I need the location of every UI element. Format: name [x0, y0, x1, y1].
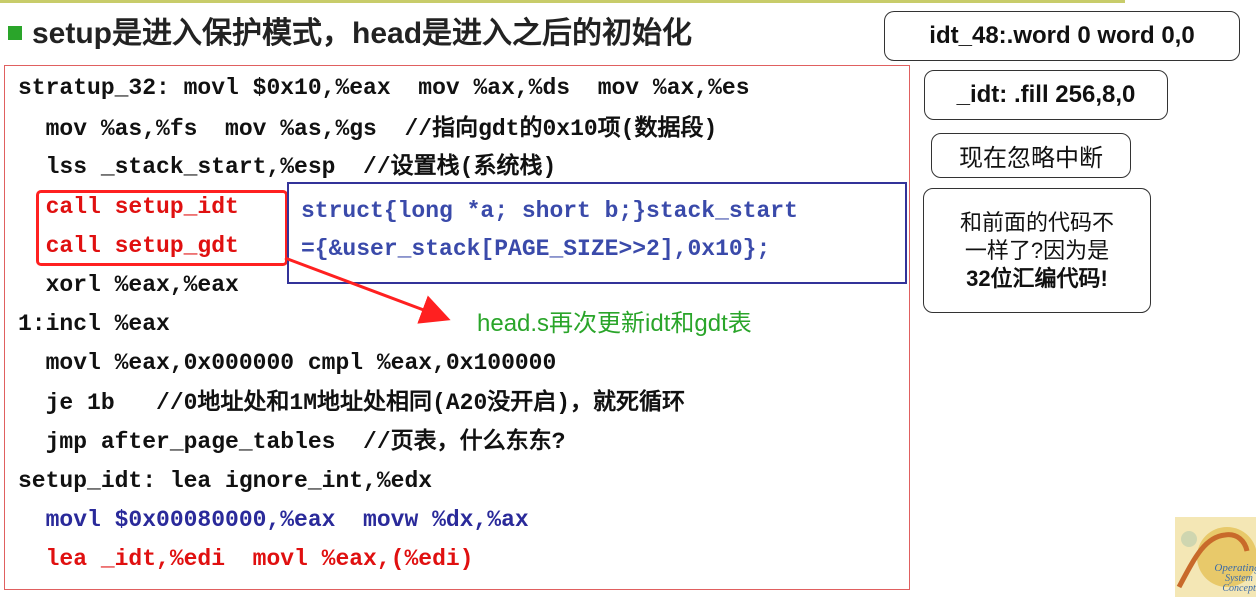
code-line: stratup_32: movl $0x10,%eax mov %ax,%ds …: [18, 75, 750, 101]
idt48-note: idt_48:.word 0 word 0,0: [884, 11, 1240, 61]
code-line: setup_idt: lea ignore_int,%edx: [18, 468, 433, 494]
ignore-interrupts-note: 现在忽略中断: [931, 133, 1131, 178]
code-line: xorl %eax,%eax: [18, 272, 239, 298]
difference-note-line: 一样了?因为是: [964, 237, 1110, 263]
stack-start-struct-box: struct{long *a; short b;}stack_start ={&…: [287, 182, 907, 284]
struct-line-1: struct{long *a; short b;}stack_start: [301, 198, 798, 224]
top-divider: [0, 0, 1125, 3]
idt-fill-note: _idt: .fill 256,8,0: [924, 70, 1168, 120]
code-line: lea _idt,%edi movl %eax,(%edi): [18, 546, 474, 572]
struct-line-2: ={&user_stack[PAGE_SIZE>>2],0x10};: [301, 236, 771, 262]
code-line: lss _stack_start,%esp //设置栈(系统栈): [18, 154, 557, 180]
code-line: mov %as,%fs mov %as,%gs //指向gdt的0x10项(数据…: [18, 116, 718, 142]
slide-title: setup是进入保护模式，head是进入之后的初始化: [8, 10, 692, 50]
slide-title-text: setup是进入保护模式，head是进入之后的初始化: [32, 17, 693, 50]
difference-note-line: 32位汇编代码!: [966, 265, 1108, 291]
code-line: je 1b //0地址处和1M地址处相同(A20没开启)，就死循环: [18, 390, 686, 416]
difference-note-line: 和前面的代码不: [959, 209, 1114, 235]
code-line: movl $0x00080000,%eax movw %dx,%ax: [18, 507, 529, 533]
logo-text: Concepts: [1222, 583, 1256, 594]
difference-note: 和前面的代码不 一样了?因为是 32位汇编代码!: [923, 188, 1151, 313]
code-line: jmp after_page_tables //页表，什么东东?: [18, 429, 566, 455]
code-line: movl %eax,0x000000 cmpl %eax,0x100000: [18, 350, 557, 376]
os-concepts-logo-icon: Operating System Concepts: [1175, 517, 1256, 597]
bullet-square-icon: [8, 26, 22, 40]
code-line: 1:incl %eax: [18, 311, 170, 337]
call-highlight-box: [36, 190, 288, 266]
annotation-text: head.s再次更新idt和gdt表: [477, 310, 752, 337]
